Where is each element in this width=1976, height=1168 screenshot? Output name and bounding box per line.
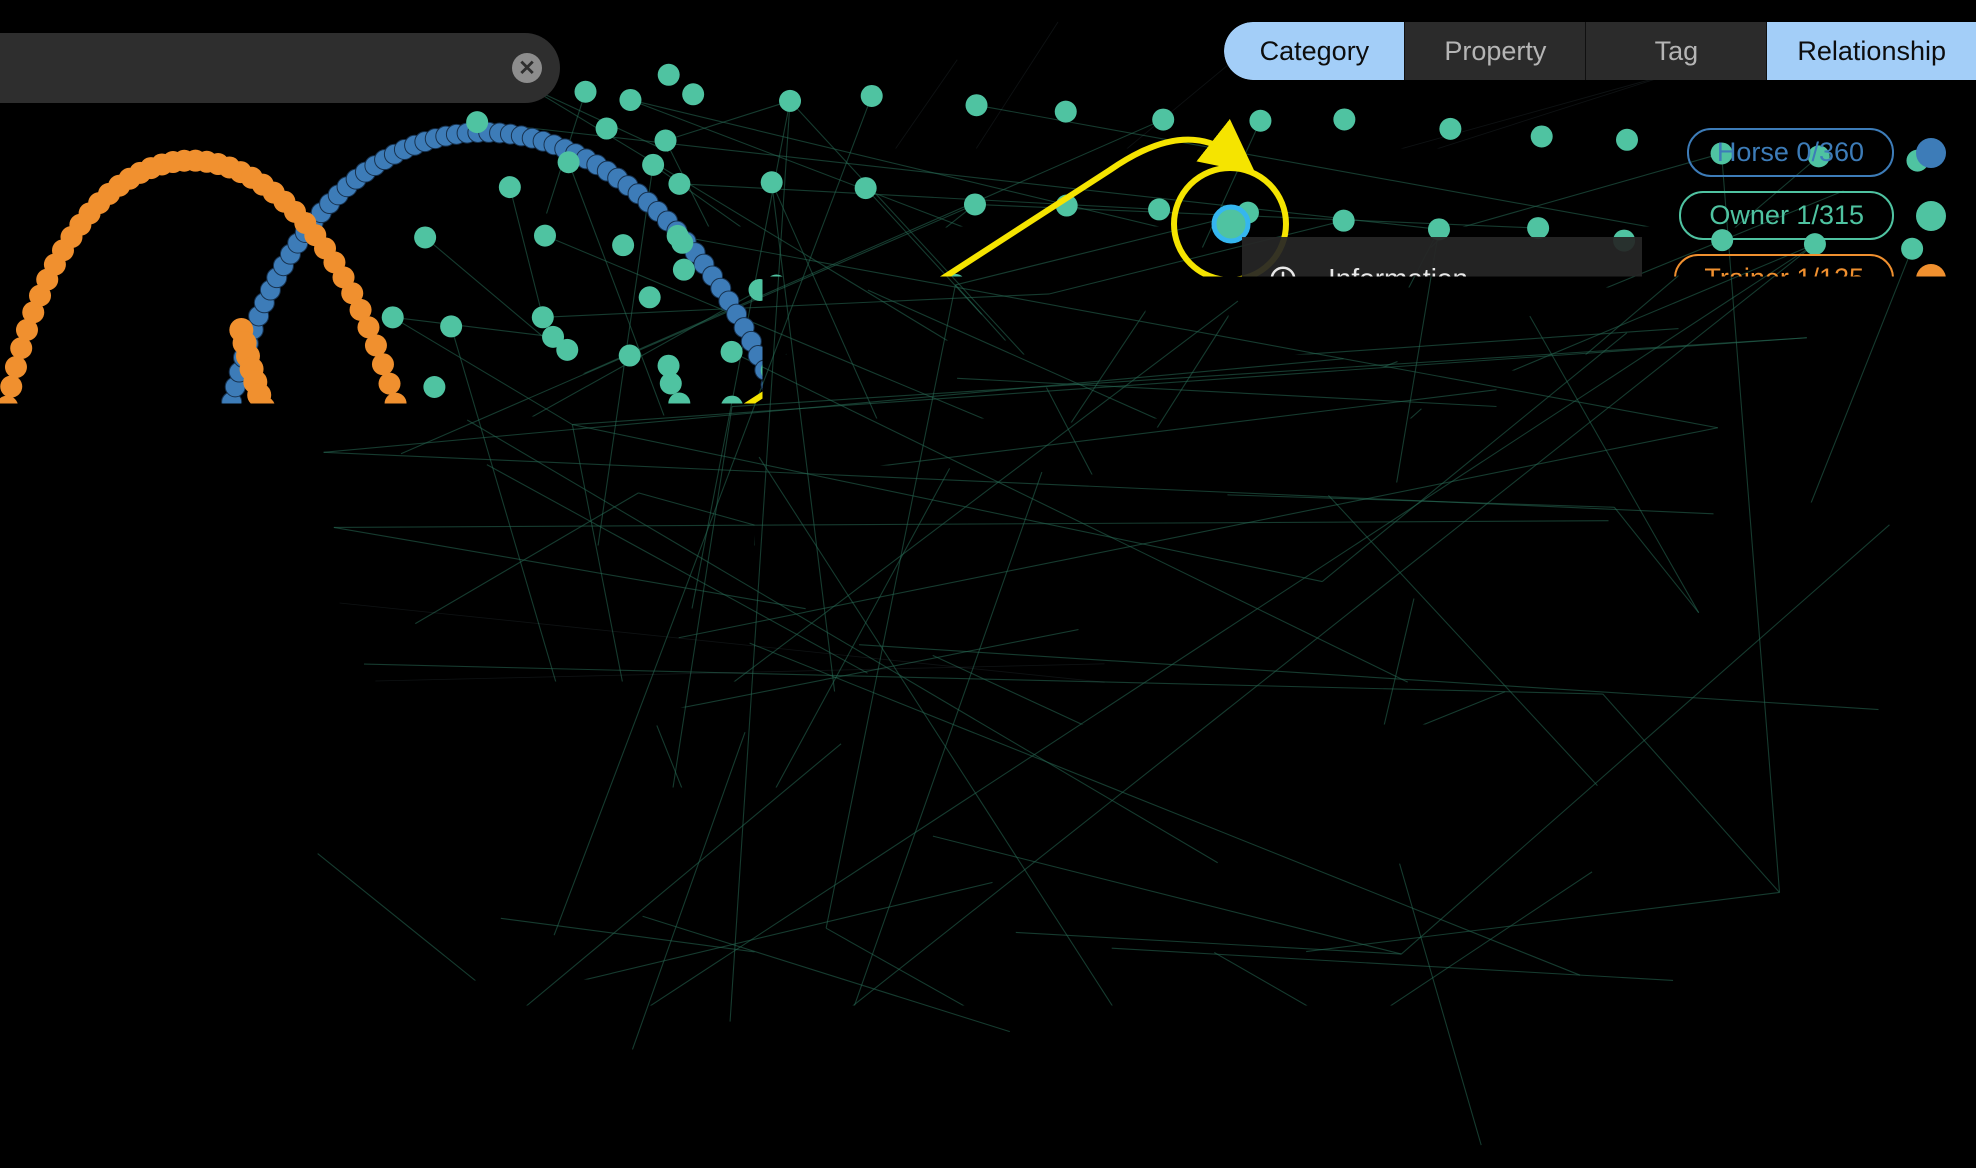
menu-item-label: Add Edge bbox=[1328, 434, 1451, 466]
menu-item-label: Select bbox=[1328, 519, 1406, 551]
legend-node-swatch bbox=[1916, 201, 1946, 231]
search-bar[interactable]: ✕ bbox=[0, 33, 560, 103]
legend-edge-swatch bbox=[1908, 409, 1946, 419]
menu-item-layout[interactable]: Layout bbox=[1242, 662, 1642, 747]
tab-relationship[interactable]: Relationship bbox=[1767, 22, 1976, 80]
menu-item-label: Actions bbox=[1328, 604, 1420, 636]
node-context-menu[interactable]: Information Add Node Add Edge Select Actions… bbox=[1242, 237, 1642, 1168]
menu-item-actions[interactable]: Actions bbox=[1242, 577, 1642, 662]
expand-arrows-icon bbox=[1264, 771, 1302, 809]
center-to-icon bbox=[1264, 941, 1302, 979]
graph-explorer-app: ✕ CategoryPropertyTagRelationship Horse … bbox=[0, 0, 1976, 1168]
legend-node-swatch bbox=[1916, 264, 1946, 294]
menu-item-label: Information bbox=[1328, 263, 1468, 295]
trash-icon bbox=[1264, 1111, 1302, 1149]
submenu-arrow-icon bbox=[1602, 523, 1616, 547]
nav-center-ring bbox=[1855, 1162, 1895, 1168]
arrow-up-icon bbox=[1850, 1070, 1900, 1130]
arrow-right-icon bbox=[1912, 1160, 1934, 1168]
arrow-left-icon bbox=[1816, 1160, 1838, 1168]
legend-pill-categories[interactable]: Horse 0/360 bbox=[1687, 128, 1894, 177]
legend-row[interactable]: Horse 0/360 bbox=[1416, 128, 1976, 177]
menu-item-add-node[interactable]: Add Node bbox=[1242, 322, 1642, 407]
menu-item-center-to[interactable]: Center To bbox=[1242, 917, 1642, 1002]
tab-property[interactable]: Property bbox=[1405, 22, 1586, 80]
menu-item-find-path[interactable]: Find Path bbox=[1242, 832, 1642, 917]
filter-tabs[interactable]: CategoryPropertyTagRelationship bbox=[1224, 22, 1976, 80]
search-input[interactable] bbox=[16, 55, 512, 81]
add-node-icon bbox=[1264, 346, 1302, 384]
layout-cube-icon bbox=[1264, 686, 1302, 724]
menu-item-label: Fly Out bbox=[1328, 1029, 1418, 1061]
select-cursor-icon bbox=[1264, 516, 1302, 554]
menu-item-label: Layout bbox=[1328, 689, 1412, 721]
info-circle-icon bbox=[1264, 260, 1302, 298]
tab-category[interactable]: Category bbox=[1224, 22, 1405, 80]
menu-item-label: Expand bbox=[1328, 774, 1423, 806]
menu-item-delete[interactable]: Delete bbox=[1242, 1087, 1642, 1168]
menu-item-label: Add Node bbox=[1328, 349, 1453, 381]
fly-out-icon bbox=[1264, 1026, 1302, 1064]
clear-search-icon[interactable]: ✕ bbox=[512, 53, 542, 83]
menu-item-select[interactable]: Select bbox=[1242, 492, 1642, 577]
menu-item-label: Center To bbox=[1328, 944, 1449, 976]
menu-item-add-edge[interactable]: Add Edge bbox=[1242, 407, 1642, 492]
legend-pill-categories[interactable]: Trainer 1/125 bbox=[1674, 254, 1894, 303]
find-path-icon bbox=[1264, 855, 1302, 893]
menu-item-label: Delete bbox=[1328, 1114, 1409, 1146]
legend-node-swatch bbox=[1916, 138, 1946, 168]
legend-row[interactable]: Owner 1/315 bbox=[1416, 191, 1976, 240]
legend-pill-categories[interactable]: Owner 1/315 bbox=[1679, 191, 1894, 240]
tab-tag[interactable]: Tag bbox=[1586, 22, 1767, 80]
menu-item-information[interactable]: Information bbox=[1242, 237, 1642, 322]
menu-item-fly-out[interactable]: Fly Out bbox=[1242, 1002, 1642, 1087]
actions-box-icon bbox=[1264, 601, 1302, 639]
legend-edge-swatch bbox=[1908, 472, 1946, 482]
submenu-arrow-icon bbox=[1602, 693, 1616, 717]
menu-item-label: Find Path bbox=[1328, 858, 1448, 890]
add-edge-icon bbox=[1264, 431, 1302, 469]
menu-item-expand: Expand bbox=[1242, 747, 1642, 832]
submenu-arrow-icon bbox=[1602, 608, 1616, 632]
navigation-pad[interactable] bbox=[1810, 1064, 1940, 1168]
